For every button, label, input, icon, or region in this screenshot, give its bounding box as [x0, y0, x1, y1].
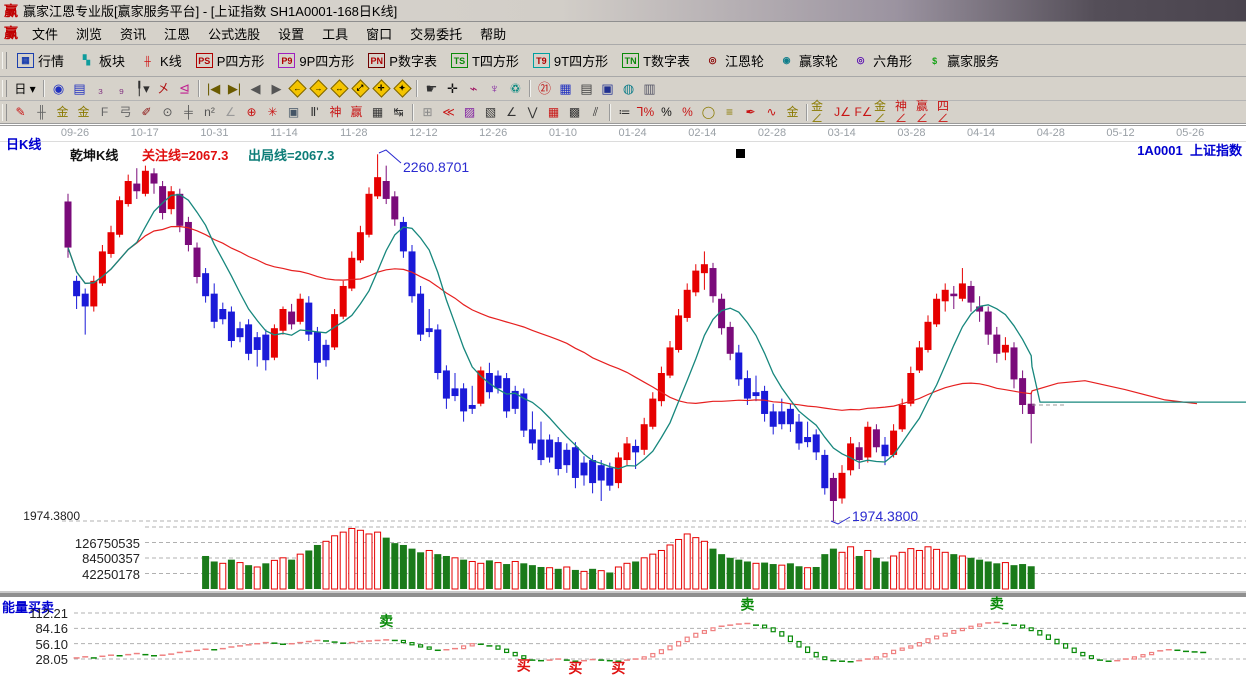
- symbol-label: 1A0001 上证指数: [1137, 140, 1242, 159]
- date-tick-10: 02-28: [750, 127, 794, 139]
- date-axis: 09-26 10-17 10-31 11-14 11-28 12-12 12-26 01-10…: [0, 127, 1246, 141]
- buy-signal-marker: 买: [611, 660, 625, 676]
- indicator-axis-label-0: 112.21: [0, 606, 68, 621]
- date-tick-3: 11-14: [262, 127, 306, 139]
- volume-axis-label-2: 42250178: [0, 567, 140, 582]
- sell-signal-marker: 卖: [740, 596, 754, 612]
- date-tick-9: 02-14: [680, 127, 724, 139]
- kline-name-label: 乾坤K线: [70, 145, 118, 164]
- date-tick-11: 03-14: [820, 127, 864, 139]
- application-window: { "window": {"logo_glyph": "赢", "title":…: [0, 0, 1246, 683]
- date-tick-2: 10-31: [192, 127, 236, 139]
- chart-anchor-marker: [736, 149, 745, 158]
- high-annotation: 2260.8701: [403, 159, 469, 175]
- chart-svg[interactable]: 2260.87011974.3800卖卖卖买买买: [0, 0, 1246, 683]
- buy-signal-marker: 买: [517, 657, 531, 673]
- volume-axis-label-1: 84500357: [0, 551, 140, 566]
- indicator-axis-label-2: 56.10: [0, 637, 68, 652]
- date-tick-4: 11-28: [332, 127, 376, 139]
- date-tick-13: 04-14: [959, 127, 1003, 139]
- buy-signal-marker: 买: [568, 660, 582, 676]
- date-tick-8: 01-24: [611, 127, 655, 139]
- symbol-name: 上证指数: [1190, 143, 1242, 158]
- date-tick-1: 10-17: [123, 127, 167, 139]
- date-tick-7: 01-10: [541, 127, 585, 139]
- volume-axis-label-0: 126750535: [0, 536, 140, 551]
- date-tick-12: 03-28: [889, 127, 933, 139]
- chart-area[interactable]: 2260.87011974.3800卖卖卖买买买 日K线 09-2610-171…: [0, 124, 1246, 683]
- date-tick-14: 04-28: [1029, 127, 1073, 139]
- date-tick-16: 05-26: [1168, 127, 1212, 139]
- attention-line-label: 关注线=2067.3: [142, 145, 228, 164]
- indicator-axis-label-1: 84.16: [0, 621, 68, 636]
- date-tick-5: 12-12: [402, 127, 446, 139]
- symbol-code: 1A0001: [1137, 143, 1183, 158]
- price-min-label: 1974.3800: [0, 509, 80, 523]
- indicator-axis-label-3: 28.05: [0, 652, 68, 667]
- date-tick-15: 05-12: [1099, 127, 1143, 139]
- date-tick-6: 12-26: [471, 127, 515, 139]
- sell-signal-marker: 卖: [379, 613, 393, 629]
- low-annotation: 1974.3800: [852, 508, 918, 524]
- sell-signal-marker: 卖: [990, 595, 1004, 611]
- date-tick-0: 09-26: [53, 127, 97, 139]
- exit-line-label: 出局线=2067.3: [248, 145, 334, 164]
